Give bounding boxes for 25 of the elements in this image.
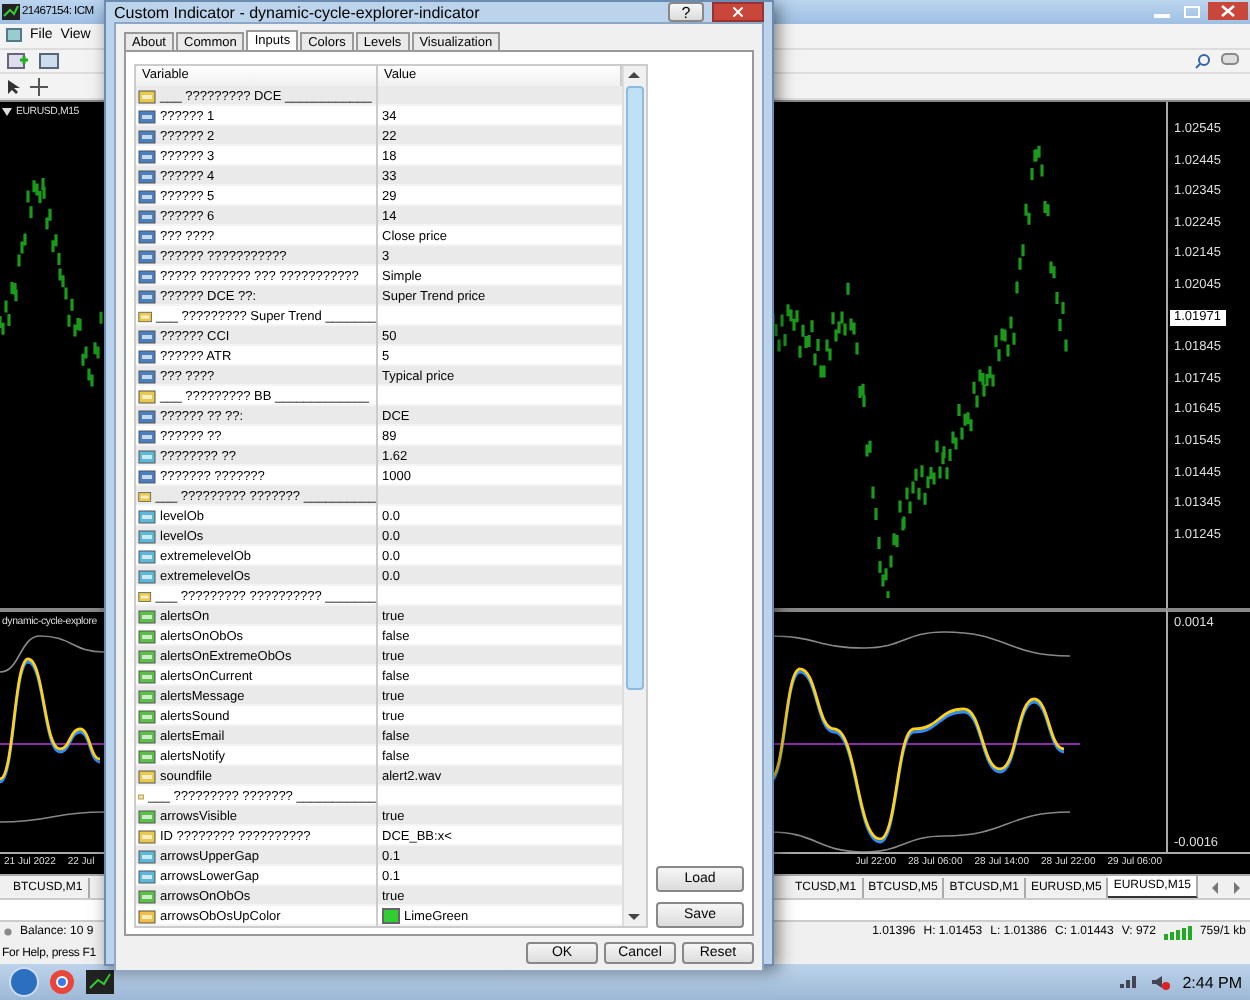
speaker-icon [1150,974,1171,991]
window-menu-icon[interactable] [6,28,22,43]
browser-icon[interactable] [48,968,76,997]
scroll-down-icon[interactable] [624,908,644,926]
status-dot-icon [4,928,12,937]
new-chart-icon[interactable] [6,51,30,70]
zoom-icon[interactable] [1194,51,1212,70]
dialog-title: Custom Indicator - dynamic-cycle-explorer-indicator [114,3,480,21]
chat-icon[interactable] [1220,51,1244,70]
scrollbar-thumb[interactable] [626,86,644,690]
help-button[interactable]: ? [668,2,704,22]
close-icon[interactable] [1208,2,1248,21]
clock-text: 2:44 PM [1182,973,1242,992]
network-icon [1118,974,1139,991]
close-icon [730,4,746,20]
dropdown-triangle-icon[interactable] [2,108,12,116]
tab-scroll-icon[interactable] [1210,881,1242,893]
connection-bars-icon [1163,925,1192,940]
profiles-icon[interactable] [38,51,62,70]
close-button[interactable] [712,2,764,22]
chart-app-icon[interactable] [84,968,116,997]
start-orb-icon[interactable] [8,966,40,999]
crosshair-icon[interactable] [30,77,48,96]
chart-app-icon [2,3,20,20]
cursor-icon[interactable] [6,77,22,96]
